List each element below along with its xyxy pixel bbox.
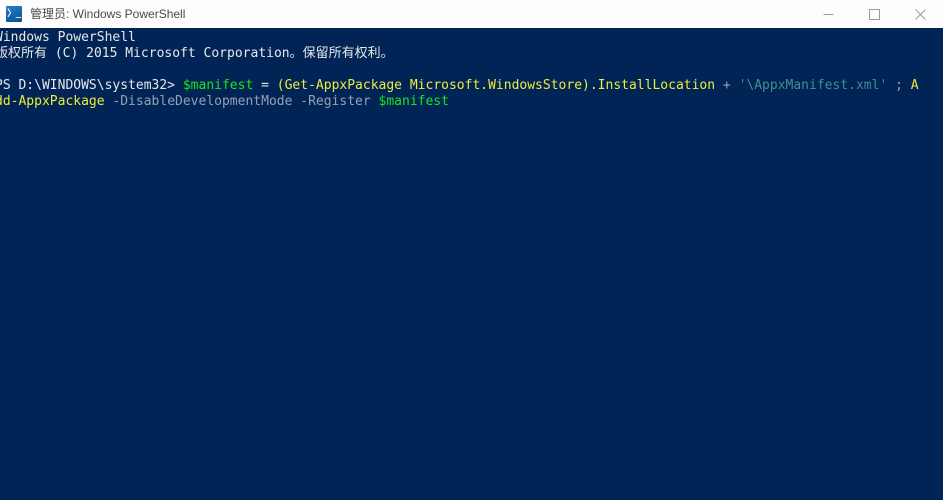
window-title: 管理员: Windows PowerShell: [30, 7, 186, 21]
minimize-button[interactable]: [805, 0, 851, 28]
close-icon: [914, 8, 926, 20]
console-text-segment: dd-AppxPackage: [0, 94, 105, 109]
command-line-1: PS D:\WINDOWS\system32> $manifest = (Get…: [0, 78, 943, 94]
console-text-segment: 版权所有 (C) 2015 Microsoft Corporation。保留所有…: [0, 46, 394, 61]
maximize-button[interactable]: [851, 0, 897, 28]
console-text-segment: $manifest: [182, 78, 254, 93]
console-text-segment: PS D:\WINDOWS\system32>: [0, 78, 183, 93]
console-output-area[interactable]: Windows PowerShell 版权所有 (C) 2015 Microsof…: [0, 28, 943, 500]
title-bar-left: 〉_ 管理员: Windows PowerShell: [0, 0, 805, 28]
powershell-icon-glyph: 〉_: [7, 9, 21, 19]
minimize-icon: [823, 13, 833, 15]
console-text-segment: =: [253, 78, 277, 93]
console-text-segment: ;: [887, 78, 911, 93]
console-text-segment: +: [715, 78, 739, 93]
title-bar[interactable]: 〉_ 管理员: Windows PowerShell: [0, 0, 943, 28]
powershell-icon: 〉_: [6, 6, 22, 22]
powershell-window: 〉_ 管理员: Windows PowerShell Windows Power…: [0, 0, 943, 500]
console-text-segment: $manifest: [378, 94, 449, 109]
window-controls: [805, 0, 943, 28]
banner-line: Windows PowerShell: [0, 30, 943, 46]
command-line-2-wrapped: dd-AppxPackage -DisableDevelopmentMode -…: [0, 94, 943, 110]
console-text-segment: '\AppxManifest.xml': [738, 78, 888, 93]
console-text-segment: -DisableDevelopmentMode -Register: [104, 94, 379, 109]
close-button[interactable]: [897, 0, 943, 28]
maximize-icon: [868, 8, 880, 20]
copyright-line: 版权所有 (C) 2015 Microsoft Corporation。保留所有…: [0, 46, 943, 62]
console-text-segment: (Get-AppxPackage Microsoft.WindowsStore)…: [276, 78, 716, 93]
console-text: Windows PowerShell 版权所有 (C) 2015 Microsof…: [0, 30, 943, 110]
console-text-segment: Windows PowerShell: [0, 30, 136, 45]
console-text-segment: A: [910, 78, 919, 93]
